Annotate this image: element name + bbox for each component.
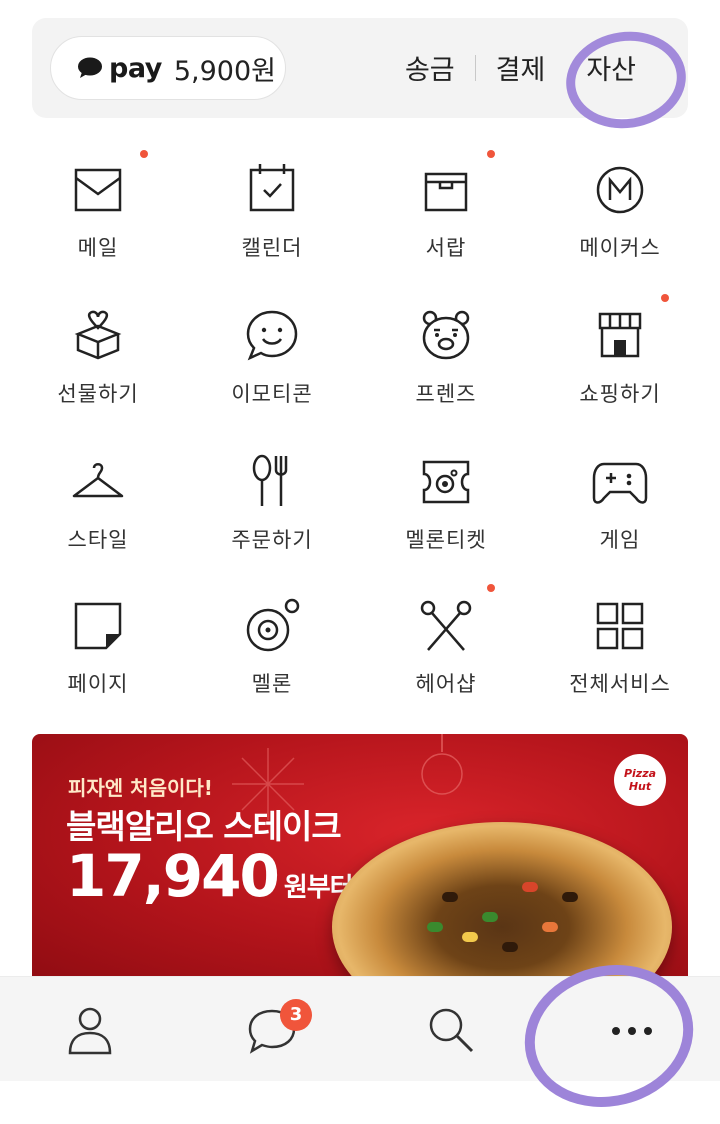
page-icon bbox=[74, 602, 122, 650]
all-services-icon bbox=[596, 602, 644, 650]
service-page[interactable]: 페이지 bbox=[8, 576, 188, 696]
service-label: 스타일 bbox=[67, 528, 129, 552]
pay-logo: pay bbox=[109, 52, 162, 84]
service-label: 쇼핑하기 bbox=[579, 382, 661, 406]
makers-icon bbox=[596, 166, 644, 214]
pay-amount: 5,900원 bbox=[173, 55, 276, 87]
mail-icon bbox=[74, 168, 122, 212]
pay-balance-button[interactable]: pay 5,900원 bbox=[50, 36, 286, 100]
drawer-icon bbox=[424, 172, 468, 212]
service-label: 페이지 bbox=[67, 672, 129, 696]
new-dot bbox=[487, 584, 495, 592]
melon-icon bbox=[246, 598, 300, 652]
service-label: 메이커스 bbox=[579, 236, 661, 260]
service-label: 게임 bbox=[599, 528, 641, 552]
service-emoticon[interactable]: 이모티콘 bbox=[182, 286, 362, 406]
gift-icon bbox=[74, 310, 122, 360]
service-shopping[interactable]: 쇼핑하기 bbox=[530, 286, 710, 406]
pizza-hut-logo: Pizza Hut bbox=[614, 754, 666, 806]
banner-price: 17,940 원부터 bbox=[66, 842, 354, 910]
send-money-link[interactable]: 송금 bbox=[385, 48, 475, 87]
service-label: 선물하기 bbox=[57, 382, 139, 406]
service-label: 프렌즈 bbox=[415, 382, 477, 406]
ticket-icon bbox=[422, 460, 470, 504]
service-label: 멜론 bbox=[251, 672, 293, 696]
service-label: 메일 bbox=[77, 236, 119, 260]
service-melon-ticket[interactable]: 멜론티켓 bbox=[356, 432, 536, 552]
service-order[interactable]: 주문하기 bbox=[182, 432, 362, 552]
service-game[interactable]: 게임 bbox=[530, 432, 710, 552]
search-icon bbox=[429, 1008, 474, 1053]
service-style[interactable]: 스타일 bbox=[8, 432, 188, 552]
nav-chat-button[interactable]: 3 bbox=[180, 977, 360, 1081]
service-label: 멜론티켓 bbox=[405, 528, 487, 552]
banner-title: 블랙알리오 스테이크 bbox=[66, 807, 342, 846]
service-mail[interactable]: 메일 bbox=[8, 140, 188, 260]
shopping-icon bbox=[598, 312, 642, 358]
new-dot bbox=[487, 150, 495, 158]
service-gift[interactable]: 선물하기 bbox=[8, 286, 188, 406]
service-drawer[interactable]: 서랍 bbox=[356, 140, 536, 260]
promo-banner[interactable]: 피자엔 처음이다! 블랙알리오 스테이크 17,940 원부터 Pizza Hut bbox=[32, 734, 688, 980]
service-label: 전체서비스 bbox=[569, 672, 671, 696]
banner-subtitle: 피자엔 처음이다! bbox=[68, 776, 213, 800]
gamepad-icon bbox=[592, 462, 648, 504]
emoticon-icon bbox=[246, 310, 298, 361]
utensils-icon bbox=[252, 454, 288, 506]
service-melon[interactable]: 멜론 bbox=[182, 576, 362, 696]
service-label: 헤어샵 bbox=[415, 672, 477, 696]
service-makers[interactable]: 메이커스 bbox=[530, 140, 710, 260]
ornament-decoration-icon bbox=[421, 734, 463, 795]
scissors-icon bbox=[420, 600, 472, 651]
service-label: 이모티콘 bbox=[231, 382, 313, 406]
hanger-icon bbox=[72, 463, 124, 498]
talk-bubble-icon bbox=[78, 57, 102, 78]
service-label: 캘린더 bbox=[241, 236, 303, 260]
new-dot bbox=[661, 294, 669, 302]
nav-search-button[interactable] bbox=[360, 977, 540, 1081]
service-hairshop[interactable]: 헤어샵 bbox=[356, 576, 536, 696]
service-label: 서랍 bbox=[425, 236, 467, 260]
payment-link[interactable]: 결제 bbox=[476, 48, 566, 87]
new-dot bbox=[140, 150, 148, 158]
chat-unread-badge: 3 bbox=[280, 999, 312, 1031]
pizza-image bbox=[332, 822, 672, 980]
banner-price-value: 17,940 bbox=[66, 842, 280, 910]
calendar-icon bbox=[249, 164, 295, 212]
nav-friends-button[interactable] bbox=[0, 977, 180, 1081]
friends-icon bbox=[422, 310, 470, 360]
service-calendar[interactable]: 캘린더 bbox=[182, 140, 362, 260]
service-friends[interactable]: 프렌즈 bbox=[356, 286, 536, 406]
profile-icon bbox=[68, 1007, 112, 1055]
service-label: 주문하기 bbox=[231, 528, 313, 552]
service-all[interactable]: 전체서비스 bbox=[530, 576, 710, 696]
